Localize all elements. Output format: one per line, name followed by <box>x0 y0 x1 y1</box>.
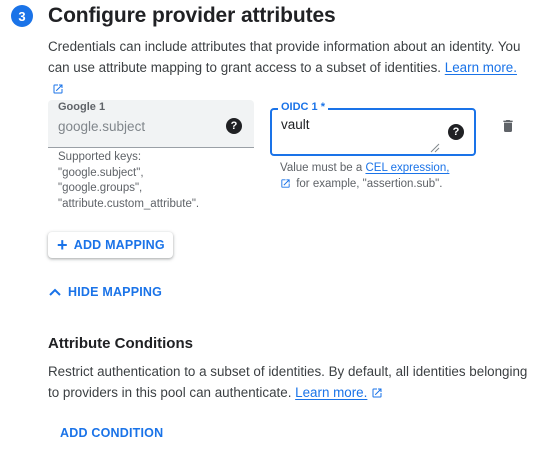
hint-prefix: Value must be a <box>280 162 363 174</box>
conditions-learn-more-link[interactable]: Learn more. <box>295 385 367 400</box>
conditions-description: Restrict authentication to a subset of i… <box>48 361 528 403</box>
conditions-title: Attribute Conditions <box>48 335 193 352</box>
step-number-badge: 3 <box>11 5 33 27</box>
add-condition-button[interactable]: ADD CONDITION <box>60 426 163 440</box>
chevron-up-icon <box>49 288 61 296</box>
help-icon[interactable]: ? <box>226 118 242 134</box>
hint-line: "google.groups", <box>58 182 143 194</box>
oidc-attribute-field[interactable] <box>270 108 476 156</box>
oidc-field-label: OIDC 1 * <box>278 101 329 113</box>
oidc-field-value[interactable]: vault <box>281 117 310 132</box>
hide-mapping-label: HIDE MAPPING <box>68 285 163 299</box>
oidc-field-hint: Value must be a CEL expression, for exam… <box>280 160 449 192</box>
google-field-placeholder: google.subject <box>58 119 146 134</box>
trash-icon[interactable] <box>500 118 516 134</box>
add-mapping-button[interactable]: + ADD MAPPING <box>48 232 173 258</box>
open-in-new-icon[interactable] <box>371 387 383 399</box>
open-in-new-icon[interactable] <box>52 83 64 95</box>
hint-suffix: for example, "assertion.sub". <box>296 178 443 190</box>
open-in-new-icon[interactable] <box>280 178 291 189</box>
hint-line: "google.subject", <box>58 166 144 179</box>
learn-more-link[interactable]: Learn more. <box>445 60 517 75</box>
conditions-text: Restrict authentication to a subset of i… <box>48 364 528 400</box>
help-icon[interactable]: ? <box>448 124 464 140</box>
intro-description: Credentials can include attributes that … <box>48 36 528 99</box>
plus-icon: + <box>57 235 68 255</box>
google-field-hint: Supported keys: "google.subject", "googl… <box>58 150 199 212</box>
google-field-label: Google 1 <box>58 101 106 113</box>
resize-grip-icon[interactable] <box>430 143 440 153</box>
section-title: Configure provider attributes <box>48 4 336 27</box>
hint-line: "attribute.custom_attribute". <box>58 197 200 210</box>
hide-mapping-button[interactable]: HIDE MAPPING <box>48 285 162 299</box>
cel-expression-link[interactable]: CEL expression, <box>365 162 449 174</box>
hint-line: Supported keys: <box>58 151 142 163</box>
google-attribute-field[interactable]: Google 1 google.subject ? <box>48 100 254 148</box>
add-mapping-label: ADD MAPPING <box>73 238 165 252</box>
